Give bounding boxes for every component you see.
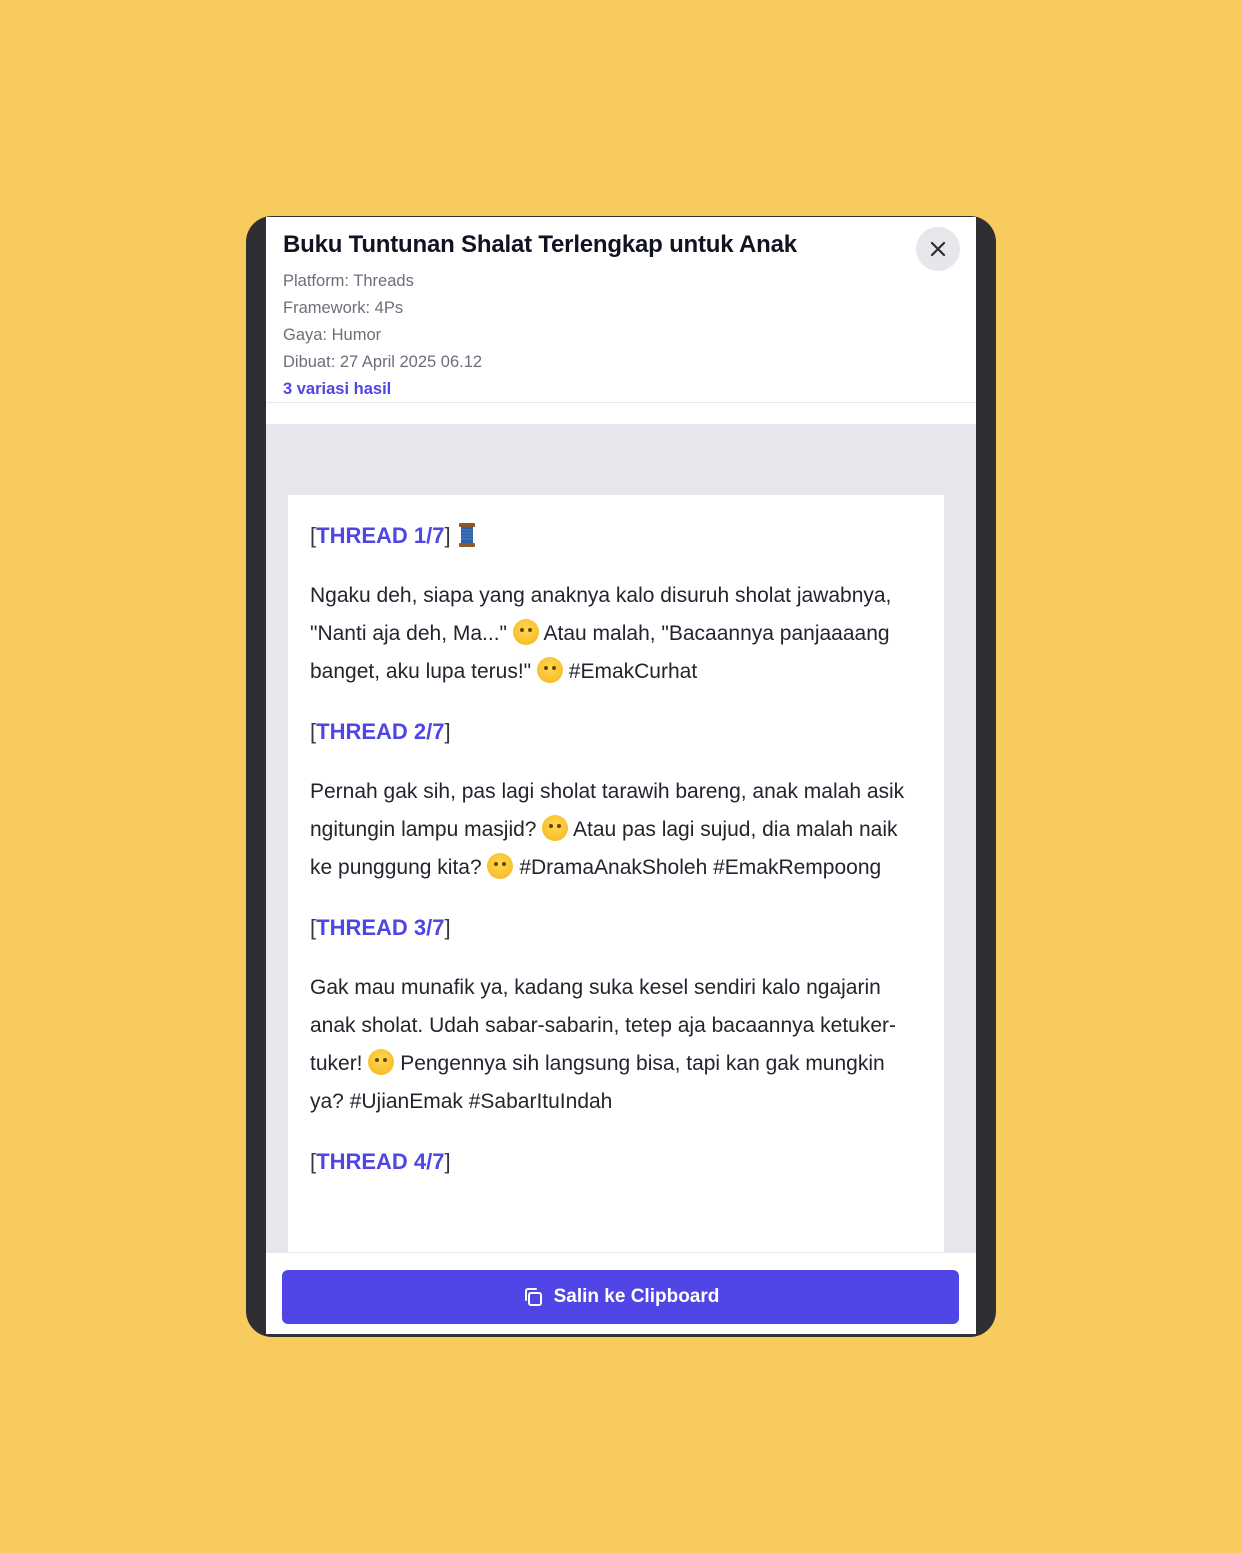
thread-number: THREAD 4/7 (316, 1149, 445, 1174)
thread-number: THREAD 2/7 (316, 719, 445, 744)
content-scroll-area[interactable]: [THREAD 1/7] Ngaku deh, siapa yang anakn… (266, 424, 976, 1334)
platform-info: Platform: Threads (283, 272, 414, 290)
close-button[interactable] (916, 227, 960, 271)
created-date: Dibuat: 27 April 2025 06.12 (283, 353, 483, 371)
grinning-sweat-face-icon (542, 815, 569, 841)
spool-of-thread-icon (457, 522, 477, 548)
thread-text-1: Ngaku deh, siapa yang anaknya kalo disur… (310, 584, 892, 683)
result-content: [THREAD 1/7] Ngaku deh, siapa yang anakn… (288, 495, 944, 1252)
weary-face-icon (536, 657, 563, 683)
framework-info: Framework: 4Ps (283, 299, 404, 317)
copy-button-label: Salin ke Clipboard (553, 1286, 720, 1307)
thread-number: THREAD 1/7 (316, 523, 445, 548)
thread-heading-3: [THREAD 3/7] (310, 915, 451, 940)
modal-header: Buku Tuntunan Shalat Terlengkap untuk An… (266, 217, 976, 403)
steaming-face-icon (368, 1049, 395, 1075)
style-info: Gaya: Humor (283, 326, 382, 344)
thread-text-2: Pernah gak sih, pas lagi sholat tarawih … (310, 780, 905, 879)
device-frame: Buku Tuntunan Shalat Terlengkap untuk An… (246, 216, 996, 1337)
thread-number: THREAD 3/7 (316, 915, 445, 940)
modal-title: Buku Tuntunan Shalat Terlengkap untuk An… (283, 231, 797, 258)
relieved-face-icon (512, 619, 539, 645)
thread-heading-2: [THREAD 2/7] (310, 719, 451, 744)
crying-face-icon (487, 853, 514, 879)
copy-to-clipboard-button[interactable]: Salin ke Clipboard (282, 1270, 959, 1324)
close-icon (930, 241, 946, 257)
modal-footer: Salin ke Clipboard (266, 1252, 976, 1334)
thread-heading-1: [THREAD 1/7] (310, 517, 922, 555)
variants-link[interactable]: 3 variasi hasil (283, 380, 391, 399)
copy-icon (524, 1288, 542, 1306)
thread-text-3: Gak mau munafik ya, kadang suka kesel se… (310, 976, 897, 1113)
detail-modal: Buku Tuntunan Shalat Terlengkap untuk An… (266, 217, 976, 1334)
thread-heading-4: [THREAD 4/7] (310, 1149, 451, 1174)
